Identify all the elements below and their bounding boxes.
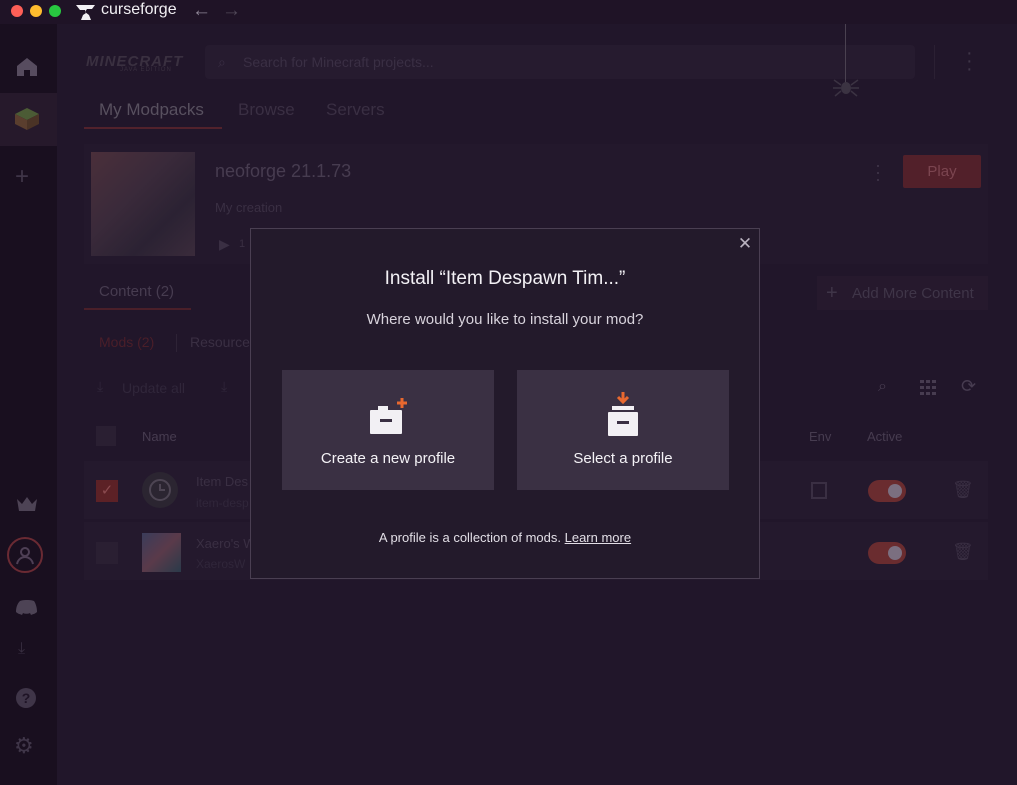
tab-underline bbox=[84, 127, 222, 129]
add-icon[interactable]: + bbox=[15, 163, 29, 191]
create-profile-label: Create a new profile bbox=[320, 450, 456, 467]
search-icon[interactable]: ⌕ bbox=[878, 378, 887, 396]
crown-icon[interactable] bbox=[13, 490, 40, 517]
dialog-footer: A profile is a collection of mods. Learn… bbox=[250, 530, 760, 545]
select-profile-label: Select a profile bbox=[573, 450, 673, 467]
row-checkbox[interactable] bbox=[96, 542, 118, 564]
close-window-button[interactable] bbox=[11, 5, 23, 17]
play-button[interactable]: Play bbox=[903, 155, 981, 188]
tab-browse[interactable]: Browse bbox=[238, 100, 295, 120]
select-all-checkbox[interactable] bbox=[96, 426, 116, 446]
tab-content[interactable]: Content (2) bbox=[99, 283, 174, 300]
plus-icon: + bbox=[826, 282, 838, 304]
app-name: curseforge bbox=[101, 1, 177, 18]
more-options-icon[interactable]: · · · bbox=[966, 43, 973, 79]
spider-icon bbox=[833, 77, 859, 102]
row-checkbox[interactable]: ✓ bbox=[96, 480, 118, 502]
profile-subtitle: My creation bbox=[215, 200, 283, 215]
profile-thumbnail bbox=[91, 152, 195, 256]
help-icon[interactable]: ? bbox=[16, 688, 36, 708]
learn-more-link[interactable]: Learn more bbox=[565, 530, 631, 545]
select-profile-icon bbox=[608, 392, 638, 441]
divider bbox=[176, 334, 177, 352]
sidebar-item-minecraft[interactable] bbox=[0, 93, 57, 146]
add-more-content-label: Add More Content bbox=[852, 285, 974, 302]
row-title: Item Des bbox=[196, 474, 249, 489]
column-active: Active bbox=[867, 429, 903, 444]
home-icon[interactable] bbox=[13, 53, 40, 80]
create-profile-icon bbox=[370, 396, 410, 441]
row-subtitle: XaerosW bbox=[196, 557, 246, 571]
account-icon[interactable] bbox=[7, 537, 43, 573]
select-profile-button[interactable]: Select a profile bbox=[517, 370, 729, 490]
content-tab-underline bbox=[84, 308, 191, 310]
row-title: Xaero's W bbox=[196, 536, 256, 551]
subtab-resource[interactable]: Resource bbox=[190, 334, 250, 350]
footer-text: A profile is a collection of mods. bbox=[378, 530, 561, 545]
minimize-window-button[interactable] bbox=[30, 5, 42, 17]
search-placeholder: Search for Minecraft projects... bbox=[243, 54, 434, 70]
row-subtitle: item-desp bbox=[196, 496, 249, 510]
refresh-icon[interactable]: ⟳ bbox=[961, 376, 976, 397]
dialog-subtitle: Where would you like to install your mod… bbox=[366, 311, 644, 328]
clock-icon bbox=[142, 472, 178, 508]
decor-thread bbox=[845, 24, 846, 84]
maximize-window-button[interactable] bbox=[49, 5, 61, 17]
tab-servers[interactable]: Servers bbox=[326, 100, 385, 120]
tab-my-modpacks[interactable]: My Modpacks bbox=[99, 100, 204, 120]
env-icon bbox=[811, 482, 827, 499]
discord-icon[interactable] bbox=[13, 593, 40, 620]
update-all-button[interactable]: Update all bbox=[122, 380, 185, 396]
grid-view-icon[interactable] bbox=[920, 380, 937, 400]
profile-name: neoforge 21.1.73 bbox=[215, 161, 352, 181]
play-count: 1 bbox=[239, 238, 246, 250]
settings-icon[interactable]: ⚙ bbox=[14, 733, 34, 759]
search-icon: ⌕ bbox=[218, 54, 226, 70]
close-icon[interactable]: ✕ bbox=[737, 234, 753, 253]
back-arrow-icon[interactable]: ← bbox=[192, 0, 211, 22]
column-env: Env bbox=[809, 429, 832, 444]
dialog-title: Install “Item Despawn Tim...” bbox=[384, 268, 626, 289]
mod-thumbnail bbox=[142, 533, 181, 572]
play-small-icon: ▶ bbox=[219, 236, 230, 252]
profile-more-icon[interactable]: · · · bbox=[875, 156, 881, 188]
active-toggle[interactable] bbox=[868, 542, 906, 564]
divider bbox=[934, 45, 935, 79]
forward-arrow-icon[interactable]: → bbox=[222, 0, 241, 22]
active-toggle[interactable] bbox=[868, 480, 906, 502]
create-profile-button[interactable]: Create a new profile bbox=[282, 370, 494, 490]
trash-icon[interactable]: 🗑 bbox=[952, 542, 974, 562]
column-name: Name bbox=[142, 429, 177, 444]
curseforge-logo-icon bbox=[76, 3, 96, 21]
subtab-mods[interactable]: Mods (2) bbox=[99, 334, 154, 350]
download-icon[interactable]: ⤓ bbox=[221, 378, 227, 395]
update-all-icon[interactable]: ⤓ bbox=[97, 378, 103, 395]
game-edition: JAVA EDITION bbox=[120, 67, 172, 73]
download-icon[interactable]: ⤓ bbox=[18, 640, 25, 658]
trash-icon[interactable]: 🗑 bbox=[952, 480, 974, 500]
